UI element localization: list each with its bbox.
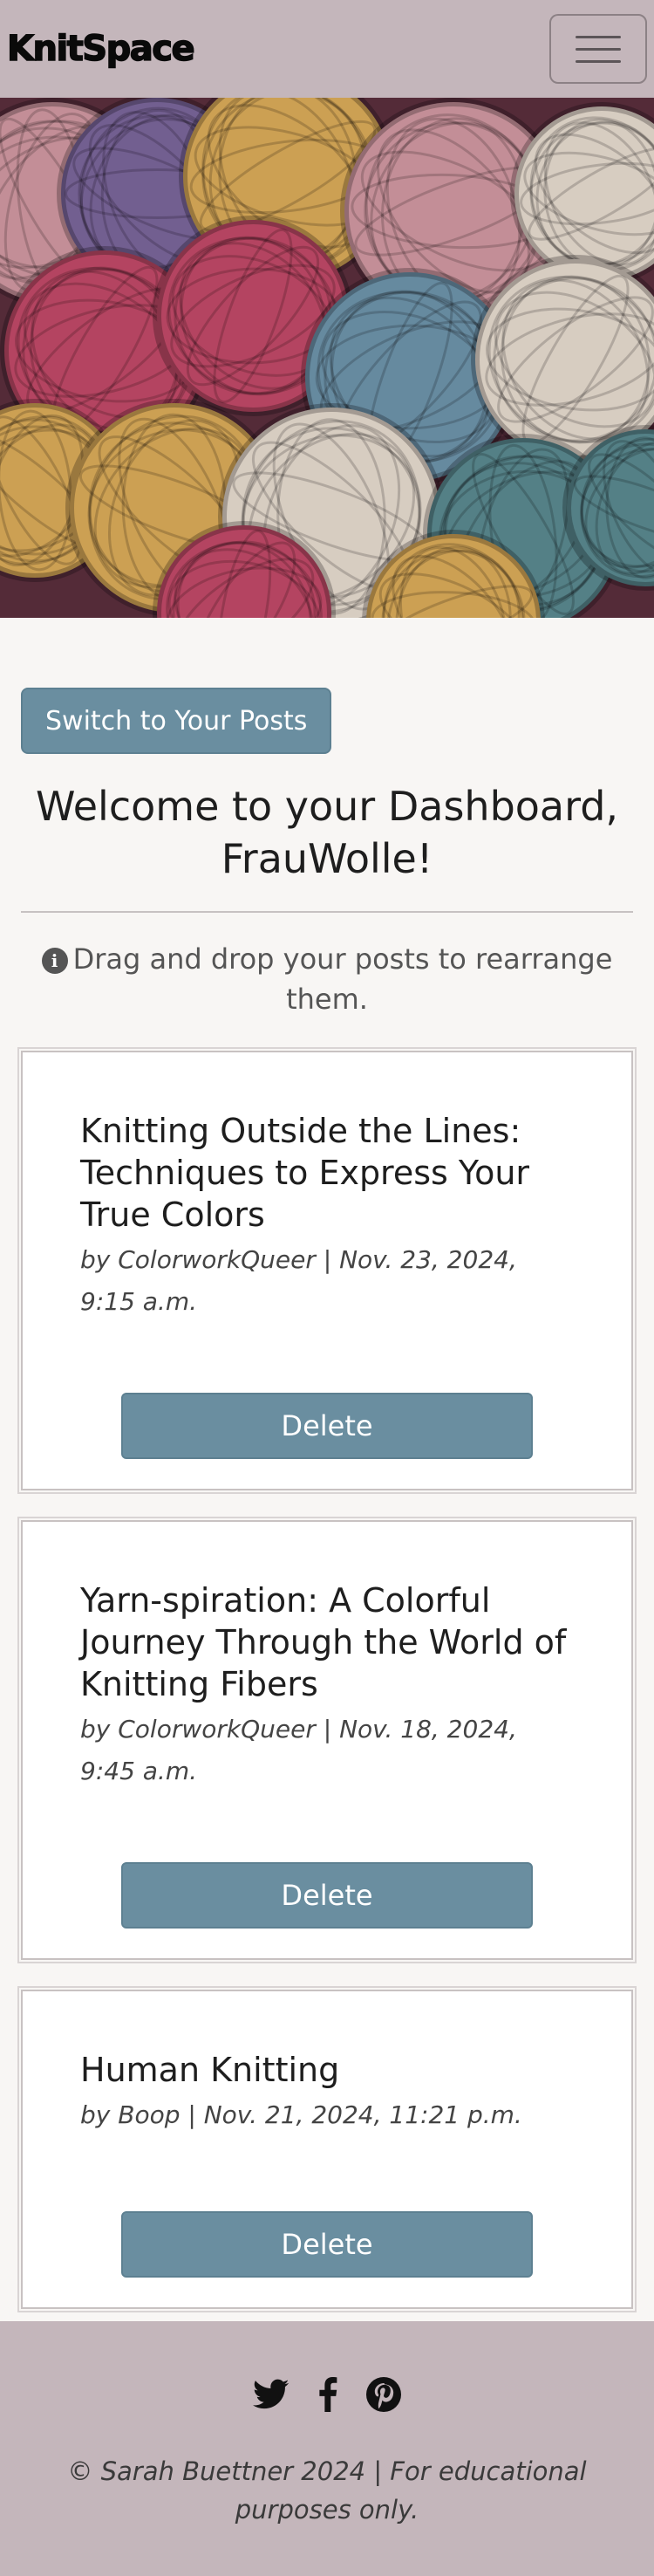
post-title[interactable]: Human Knitting	[80, 2049, 574, 2091]
post-meta: by ColorworkQueer | Nov. 23, 2024, 9:15 …	[80, 1245, 517, 1316]
post-card[interactable]: Yarn-spiration: A Colorful Journey Throu…	[17, 1517, 637, 1963]
hamburger-icon-line	[576, 47, 621, 51]
post-meta: by Boop | Nov. 21, 2024, 11:21 p.m.	[80, 2100, 522, 2129]
post-title[interactable]: Knitting Outside the Lines: Techniques t…	[80, 1110, 574, 1236]
yarn-balls-image	[0, 98, 654, 618]
post-title[interactable]: Yarn-spiration: A Colorful Journey Throu…	[80, 1579, 574, 1705]
navbar: KnitSpace	[0, 0, 654, 98]
social-links	[0, 2375, 654, 2414]
welcome-heading: Welcome to your Dashboard, FrauWolle!	[35, 783, 619, 882]
footer: © Sarah Buettner 2024 | For educational …	[0, 2321, 654, 2576]
copyright-text: © Sarah Buettner 2024 | For educational …	[67, 2456, 587, 2525]
pinterest-icon[interactable]	[366, 2377, 401, 2412]
facebook-icon[interactable]	[317, 2377, 338, 2412]
navbar-toggler-button[interactable]	[549, 14, 647, 84]
delete-button[interactable]: Delete	[121, 1862, 533, 1929]
info-circle-icon: i	[41, 948, 68, 974]
delete-button[interactable]: Delete	[121, 2211, 533, 2278]
posts-list: Knitting Outside the Lines: Techniques t…	[17, 1047, 637, 2312]
post-card[interactable]: Human Knitting by Boop | Nov. 21, 2024, …	[17, 1986, 637, 2312]
brand-logo[interactable]: KnitSpace	[6, 28, 195, 70]
hamburger-icon-line	[576, 59, 621, 63]
twitter-icon[interactable]	[253, 2379, 290, 2410]
post-meta: by ColorworkQueer | Nov. 18, 2024, 9:45 …	[80, 1715, 517, 1785]
divider	[21, 911, 633, 913]
dashboard-main: Switch to Your Posts Welcome to your Das…	[0, 618, 654, 2312]
delete-button[interactable]: Delete	[121, 1393, 533, 1459]
hint-text: Drag and drop your posts to rearrange th…	[72, 942, 613, 1016]
post-card[interactable]: Knitting Outside the Lines: Techniques t…	[17, 1047, 637, 1494]
switch-to-your-posts-button[interactable]: Switch to Your Posts	[21, 688, 332, 754]
hamburger-icon	[576, 35, 621, 38]
drag-drop-hint: i Drag and drop your posts to rearrange t…	[21, 939, 633, 1019]
hero-image	[0, 98, 654, 618]
